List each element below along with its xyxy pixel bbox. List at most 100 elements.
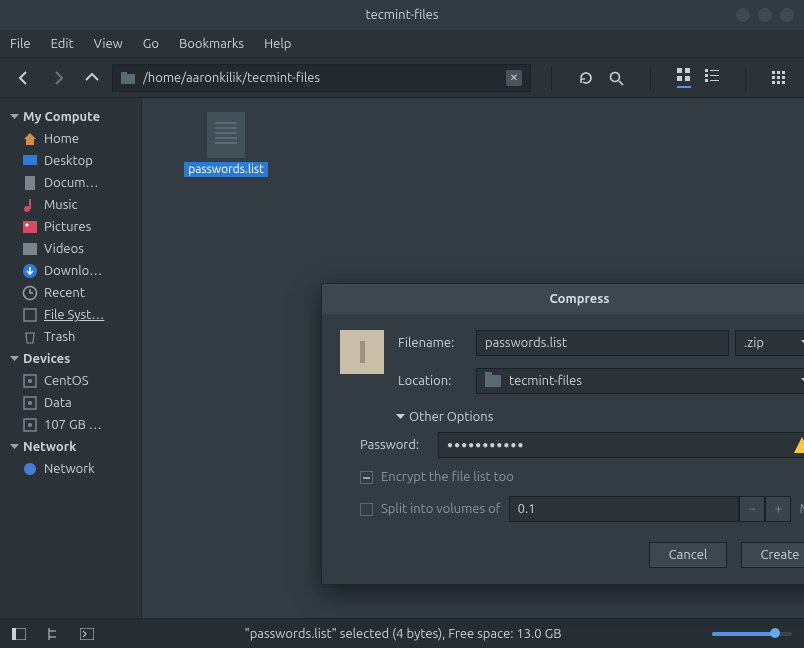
sidebar-item[interactable]: Network: [4, 458, 137, 480]
sidebar-item[interactable]: Home: [4, 128, 137, 150]
sidebar-group-header[interactable]: Network: [4, 436, 137, 458]
split-unit: MB: [799, 502, 804, 516]
sidebar-item-label: File Syst…: [44, 308, 104, 322]
sidebar-item[interactable]: File Syst…: [4, 304, 137, 326]
sidebar-item-label: Pictures: [44, 220, 91, 234]
archive-icon: [340, 330, 384, 374]
up-button[interactable]: [78, 64, 106, 92]
menu-help[interactable]: Help: [264, 37, 291, 51]
encrypt-checkbox[interactable]: [360, 471, 373, 484]
videos-icon: [22, 241, 38, 257]
sidebar-group-header[interactable]: My Compute: [4, 106, 137, 128]
other-options-expander[interactable]: Other Options: [396, 410, 804, 424]
file-label: passwords.list: [184, 162, 268, 177]
menu-bookmarks[interactable]: Bookmarks: [179, 37, 244, 51]
sidebar-item[interactable]: Recent: [4, 282, 137, 304]
sidebar-item-label: Data: [44, 396, 72, 410]
toolbar: ✕: [0, 58, 804, 98]
sidebar-item[interactable]: Downlo…: [4, 260, 137, 282]
list-view-button[interactable]: [705, 68, 719, 88]
chevron-down-icon: [10, 444, 19, 450]
create-button[interactable]: Create: [741, 542, 804, 568]
file-content-pane[interactable]: passwords.list Compress Filename: .zip: [142, 98, 804, 618]
menu-view[interactable]: View: [94, 37, 123, 51]
sidebar-item[interactable]: Trash: [4, 326, 137, 348]
trash-icon: [22, 329, 38, 345]
password-label: Password:: [360, 438, 438, 452]
downloads-icon: [22, 263, 38, 279]
sidebar-item-label: Docum…: [44, 176, 98, 190]
location-combo[interactable]: tecmint-files: [476, 368, 804, 394]
sidebar-item-label: Recent: [44, 286, 85, 300]
zoom-slider[interactable]: [712, 632, 792, 636]
sidebar: My Compute Home Desktop Docum… Music Pictures…: [0, 98, 142, 618]
sidebar-item[interactable]: Pictures: [4, 216, 137, 238]
path-input[interactable]: [143, 71, 498, 85]
filesystem-icon: [22, 307, 38, 323]
home-icon: [22, 131, 38, 147]
compress-dialog: Compress Filename: .zip: [321, 283, 804, 585]
chevron-down-icon: [10, 356, 19, 362]
recent-icon: [22, 285, 38, 301]
menubar: File Edit View Go Bookmarks Help: [0, 30, 804, 58]
compact-view-button[interactable]: [772, 71, 786, 85]
file-item[interactable]: passwords.list: [180, 112, 272, 177]
sidebar-item[interactable]: Videos: [4, 238, 137, 260]
chevron-down-icon: [10, 114, 19, 120]
sidebar-item-label: Desktop: [44, 154, 93, 168]
documents-icon: [22, 175, 38, 191]
sidebar-item-label: 107 GB …: [44, 418, 102, 432]
minimize-button[interactable]: [736, 8, 750, 22]
encrypt-label: Encrypt the file list too: [381, 470, 514, 484]
path-clear-icon[interactable]: ✕: [506, 70, 522, 86]
menu-file[interactable]: File: [10, 37, 31, 51]
spin-minus[interactable]: −: [739, 496, 765, 522]
window-title: tecmint-files: [366, 8, 439, 22]
status-text: "passwords.list" selected (4 bytes), Fre…: [245, 627, 562, 641]
network-icon: [22, 461, 38, 477]
sidebar-item-label: Network: [44, 462, 95, 476]
disk-icon: [22, 417, 38, 433]
search-button[interactable]: [608, 70, 624, 86]
icon-view-button[interactable]: [677, 68, 691, 88]
path-bar[interactable]: ✕: [112, 64, 531, 92]
maximize-button[interactable]: [758, 8, 772, 22]
split-value-input[interactable]: [509, 496, 740, 522]
text-file-icon: [207, 112, 245, 158]
split-label: Split into volumes of: [381, 502, 501, 516]
close-button[interactable]: [780, 8, 794, 22]
sidebar-item-label: Home: [44, 132, 79, 146]
filename-input[interactable]: [476, 330, 729, 356]
sidebar-item[interactable]: Data: [4, 392, 137, 414]
sidebar-group-header[interactable]: Devices: [4, 348, 137, 370]
ext-value: .zip: [744, 336, 764, 350]
sidebar-icon[interactable]: [12, 628, 26, 640]
location-label: Location:: [398, 374, 476, 388]
terminal-icon[interactable]: [80, 628, 94, 640]
forward-button[interactable]: [44, 64, 72, 92]
back-button[interactable]: [10, 64, 38, 92]
reload-button[interactable]: [578, 70, 594, 86]
sidebar-item-label: Videos: [44, 242, 84, 256]
sidebar-item-label: Trash: [44, 330, 75, 344]
sidebar-item[interactable]: Docum…: [4, 172, 137, 194]
sidebar-item[interactable]: 107 GB …: [4, 414, 137, 436]
sidebar-item[interactable]: Music: [4, 194, 137, 216]
password-input[interactable]: ●●●●●●●●●●●: [438, 432, 804, 458]
statusbar: "passwords.list" selected (4 bytes), Fre…: [0, 618, 804, 648]
extension-combo[interactable]: .zip: [735, 330, 804, 356]
menu-edit[interactable]: Edit: [51, 37, 74, 51]
sidebar-item[interactable]: CentOS: [4, 370, 137, 392]
spin-plus[interactable]: +: [765, 496, 791, 522]
window-controls: [736, 8, 794, 22]
sidebar-item-label: Downlo…: [44, 264, 102, 278]
warning-icon: [794, 437, 804, 453]
sidebar-item[interactable]: Desktop: [4, 150, 137, 172]
cancel-button[interactable]: Cancel: [649, 542, 727, 568]
folder-icon: [485, 375, 501, 387]
desktop-icon: [22, 153, 38, 169]
tree-icon[interactable]: [46, 628, 60, 640]
split-checkbox[interactable]: [360, 503, 373, 516]
menu-go[interactable]: Go: [143, 37, 159, 51]
disk-icon: [22, 373, 38, 389]
